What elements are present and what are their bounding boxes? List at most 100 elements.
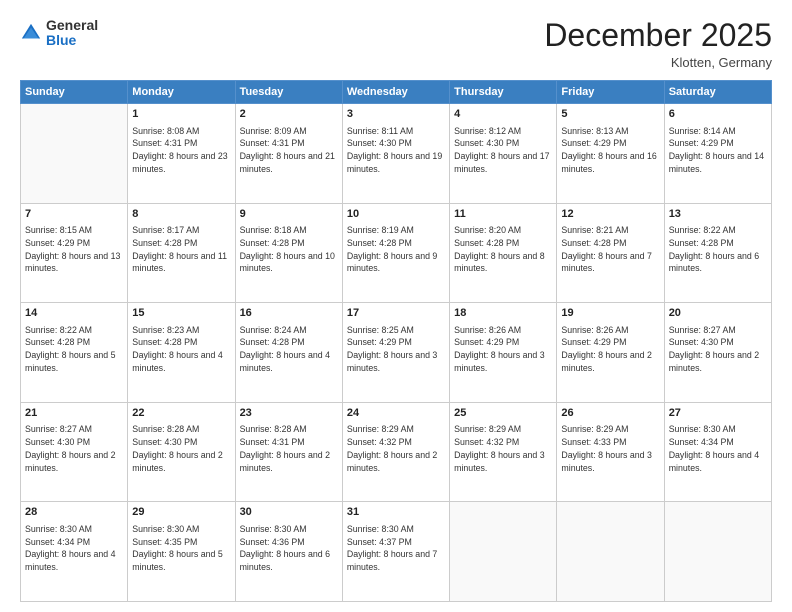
calendar-week-1: 7 Sunrise: 8:15 AMSunset: 4:29 PMDaylight… <box>21 203 772 303</box>
calendar-cell: 10Sunrise: 8:19 AMSunset: 4:28 PMDayligh… <box>342 203 449 303</box>
day-info: Sunrise: 8:26 AMSunset: 4:29 PMDaylight:… <box>561 324 659 375</box>
calendar-cell: 12 Sunrise: 8:21 AMSunset: 4:28 PMDayligh… <box>557 203 664 303</box>
day-info: Sunrise: 8:27 AMSunset: 4:30 PMDaylight:… <box>669 324 767 375</box>
calendar-cell <box>450 502 557 602</box>
logo: General Blue <box>20 18 98 49</box>
calendar-header-monday: Monday <box>128 81 235 104</box>
day-info: Sunrise: 8:30 AMSunset: 4:37 PMDaylight:… <box>347 523 445 574</box>
day-number: 13 <box>669 207 767 222</box>
calendar-cell: 20 Sunrise: 8:27 AMSunset: 4:30 PMDayligh… <box>664 303 771 403</box>
day-info: Sunrise: 8:23 AMSunset: 4:28 PMDaylight:… <box>132 324 230 375</box>
day-info: Sunrise: 8:30 AMSunset: 4:34 PMDaylight:… <box>669 423 767 474</box>
calendar-cell: 28Sunrise: 8:30 AMSunset: 4:34 PMDayligh… <box>21 502 128 602</box>
calendar-cell: 17Sunrise: 8:25 AMSunset: 4:29 PMDayligh… <box>342 303 449 403</box>
day-info: Sunrise: 8:28 AMSunset: 4:31 PMDaylight:… <box>240 423 338 474</box>
calendar-cell: 23 Sunrise: 8:28 AMSunset: 4:31 PMDayligh… <box>235 402 342 502</box>
calendar-week-3: 21Sunrise: 8:27 AMSunset: 4:30 PMDayligh… <box>21 402 772 502</box>
page: General Blue December 2025 Klotten, Germ… <box>0 0 792 612</box>
day-info: Sunrise: 8:28 AMSunset: 4:30 PMDaylight:… <box>132 423 230 474</box>
day-info: Sunrise: 8:30 AMSunset: 4:34 PMDaylight:… <box>25 523 123 574</box>
day-number: 6 <box>669 107 767 122</box>
calendar-cell <box>21 104 128 204</box>
calendar-cell: 24 Sunrise: 8:29 AMSunset: 4:32 PMDayligh… <box>342 402 449 502</box>
calendar-cell: 22Sunrise: 8:28 AMSunset: 4:30 PMDayligh… <box>128 402 235 502</box>
day-info: Sunrise: 8:09 AMSunset: 4:31 PMDaylight:… <box>240 125 338 176</box>
calendar-cell: 1 Sunrise: 8:08 AMSunset: 4:31 PMDaylight… <box>128 104 235 204</box>
calendar-header-tuesday: Tuesday <box>235 81 342 104</box>
day-number: 20 <box>669 306 767 321</box>
calendar-cell: 2 Sunrise: 8:09 AMSunset: 4:31 PMDaylight… <box>235 104 342 204</box>
calendar-header-wednesday: Wednesday <box>342 81 449 104</box>
calendar-cell: 5 Sunrise: 8:13 AMSunset: 4:29 PMDaylight… <box>557 104 664 204</box>
calendar-header-row: SundayMondayTuesdayWednesdayThursdayFrid… <box>21 81 772 104</box>
title-block: December 2025 Klotten, Germany <box>544 18 772 70</box>
calendar: SundayMondayTuesdayWednesdayThursdayFrid… <box>20 80 772 602</box>
day-number: 9 <box>240 207 338 222</box>
day-number: 23 <box>240 406 338 421</box>
day-info: Sunrise: 8:12 AMSunset: 4:30 PMDaylight:… <box>454 125 552 176</box>
day-number: 11 <box>454 207 552 222</box>
day-info: Sunrise: 8:22 AMSunset: 4:28 PMDaylight:… <box>25 324 123 375</box>
day-info: Sunrise: 8:29 AMSunset: 4:32 PMDaylight:… <box>347 423 445 474</box>
day-number: 1 <box>132 107 230 122</box>
day-info: Sunrise: 8:15 AMSunset: 4:29 PMDaylight:… <box>25 224 123 275</box>
calendar-week-2: 14 Sunrise: 8:22 AMSunset: 4:28 PMDayligh… <box>21 303 772 403</box>
day-info: Sunrise: 8:29 AMSunset: 4:32 PMDaylight:… <box>454 423 552 474</box>
calendar-cell: 25Sunrise: 8:29 AMSunset: 4:32 PMDayligh… <box>450 402 557 502</box>
calendar-cell: 30 Sunrise: 8:30 AMSunset: 4:36 PMDayligh… <box>235 502 342 602</box>
logo-text: General Blue <box>46 18 98 49</box>
day-info: Sunrise: 8:27 AMSunset: 4:30 PMDaylight:… <box>25 423 123 474</box>
calendar-cell: 14 Sunrise: 8:22 AMSunset: 4:28 PMDayligh… <box>21 303 128 403</box>
day-number: 4 <box>454 107 552 122</box>
day-info: Sunrise: 8:24 AMSunset: 4:28 PMDaylight:… <box>240 324 338 375</box>
day-number: 2 <box>240 107 338 122</box>
day-number: 29 <box>132 505 230 520</box>
day-number: 3 <box>347 107 445 122</box>
day-info: Sunrise: 8:30 AMSunset: 4:36 PMDaylight:… <box>240 523 338 574</box>
day-info: Sunrise: 8:20 AMSunset: 4:28 PMDaylight:… <box>454 224 552 275</box>
day-info: Sunrise: 8:19 AMSunset: 4:28 PMDaylight:… <box>347 224 445 275</box>
day-info: Sunrise: 8:18 AMSunset: 4:28 PMDaylight:… <box>240 224 338 275</box>
calendar-cell: 31 Sunrise: 8:30 AMSunset: 4:37 PMDayligh… <box>342 502 449 602</box>
day-number: 7 <box>25 207 123 222</box>
day-info: Sunrise: 8:22 AMSunset: 4:28 PMDaylight:… <box>669 224 767 275</box>
calendar-cell <box>557 502 664 602</box>
day-info: Sunrise: 8:17 AMSunset: 4:28 PMDaylight:… <box>132 224 230 275</box>
logo-blue-text: Blue <box>46 32 76 48</box>
day-info: Sunrise: 8:29 AMSunset: 4:33 PMDaylight:… <box>561 423 659 474</box>
header: General Blue December 2025 Klotten, Germ… <box>20 18 772 70</box>
location: Klotten, Germany <box>544 55 772 70</box>
day-info: Sunrise: 8:30 AMSunset: 4:35 PMDaylight:… <box>132 523 230 574</box>
day-number: 15 <box>132 306 230 321</box>
day-number: 31 <box>347 505 445 520</box>
day-info: Sunrise: 8:11 AMSunset: 4:30 PMDaylight:… <box>347 125 445 176</box>
day-info: Sunrise: 8:13 AMSunset: 4:29 PMDaylight:… <box>561 125 659 176</box>
day-info: Sunrise: 8:08 AMSunset: 4:31 PMDaylight:… <box>132 125 230 176</box>
day-number: 24 <box>347 406 445 421</box>
calendar-cell: 8 Sunrise: 8:17 AMSunset: 4:28 PMDaylight… <box>128 203 235 303</box>
calendar-cell: 16Sunrise: 8:24 AMSunset: 4:28 PMDayligh… <box>235 303 342 403</box>
calendar-cell: 4 Sunrise: 8:12 AMSunset: 4:30 PMDaylight… <box>450 104 557 204</box>
day-number: 14 <box>25 306 123 321</box>
calendar-cell: 21Sunrise: 8:27 AMSunset: 4:30 PMDayligh… <box>21 402 128 502</box>
day-number: 5 <box>561 107 659 122</box>
calendar-cell: 15 Sunrise: 8:23 AMSunset: 4:28 PMDayligh… <box>128 303 235 403</box>
day-number: 30 <box>240 505 338 520</box>
calendar-header-friday: Friday <box>557 81 664 104</box>
logo-general-text: General <box>46 17 98 33</box>
calendar-header-thursday: Thursday <box>450 81 557 104</box>
logo-icon <box>20 22 42 44</box>
day-info: Sunrise: 8:25 AMSunset: 4:29 PMDaylight:… <box>347 324 445 375</box>
day-number: 12 <box>561 207 659 222</box>
day-info: Sunrise: 8:26 AMSunset: 4:29 PMDaylight:… <box>454 324 552 375</box>
calendar-week-4: 28Sunrise: 8:30 AMSunset: 4:34 PMDayligh… <box>21 502 772 602</box>
month-title: December 2025 <box>544 18 772 53</box>
day-info: Sunrise: 8:21 AMSunset: 4:28 PMDaylight:… <box>561 224 659 275</box>
day-number: 26 <box>561 406 659 421</box>
day-number: 27 <box>669 406 767 421</box>
day-number: 18 <box>454 306 552 321</box>
calendar-cell: 9 Sunrise: 8:18 AMSunset: 4:28 PMDaylight… <box>235 203 342 303</box>
calendar-header-saturday: Saturday <box>664 81 771 104</box>
day-number: 8 <box>132 207 230 222</box>
calendar-cell: 7 Sunrise: 8:15 AMSunset: 4:29 PMDaylight… <box>21 203 128 303</box>
